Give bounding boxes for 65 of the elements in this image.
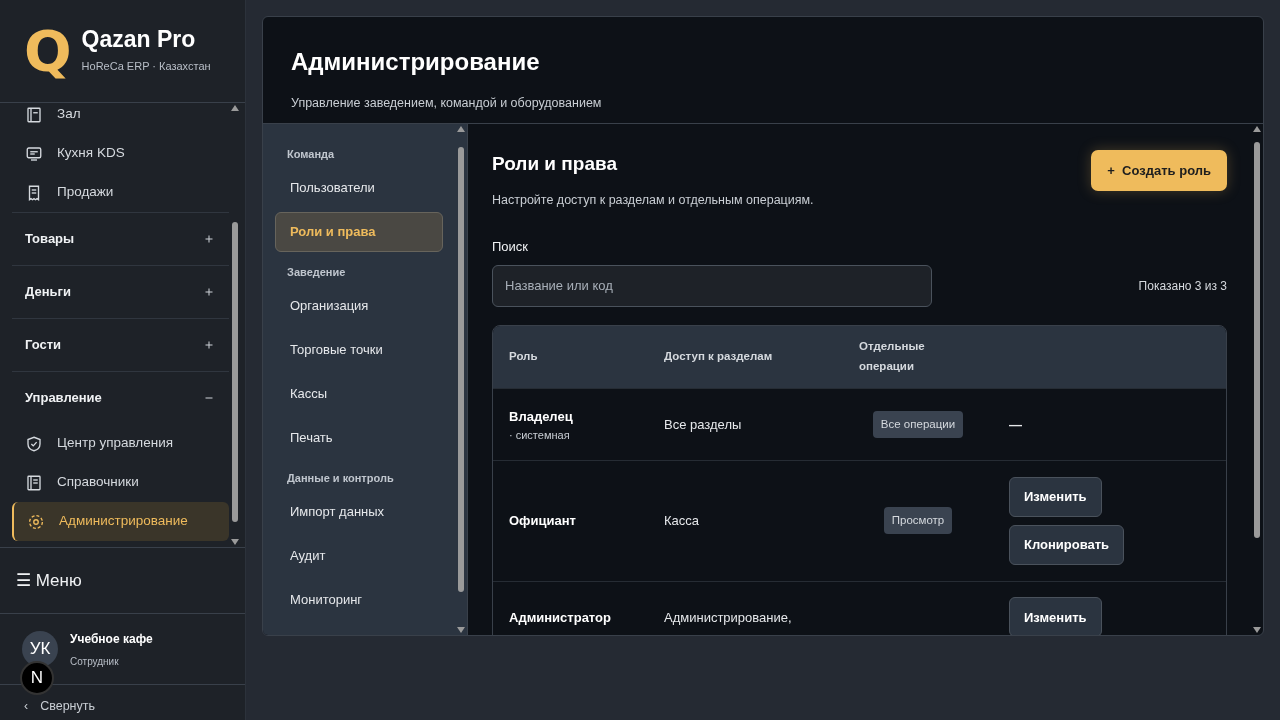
section-heading: Команда — [286, 147, 336, 162]
subnav-item[interactable]: Аудит — [275, 536, 443, 576]
column-header: Роль — [508, 348, 539, 364]
subnav-item[interactable]: Организация — [275, 286, 443, 326]
role-name: Владелец — [509, 408, 573, 424]
row-action-button[interactable]: Изменить — [1009, 597, 1102, 635]
subnav-item[interactable]: Кассы — [275, 374, 443, 414]
monitor-icon — [25, 144, 43, 163]
page-subtitle: Управление заведением, командой и оборудованием — [291, 95, 603, 112]
user-role: Сотрудник — [70, 654, 120, 669]
column-header: Доступ к разделам — [663, 348, 774, 364]
nav-group[interactable]: Деньги — [12, 265, 229, 318]
subnav-item[interactable]: Роли и права — [275, 212, 443, 252]
shield-icon — [25, 434, 43, 453]
nav-group[interactable]: Управление — [12, 371, 229, 424]
row-action-button[interactable]: Клонировать — [1009, 524, 1125, 565]
subnav-item[interactable]: Печать — [275, 418, 443, 458]
table-cell-text: Касса — [663, 512, 701, 530]
role-name: Администратор — [509, 609, 611, 625]
section-title: Роли и права — [492, 152, 618, 176]
role-name: Официант — [509, 513, 576, 529]
dev-indicator[interactable]: N — [20, 661, 54, 695]
create-role-button[interactable]: + Создать роль — [1091, 150, 1227, 191]
subnav-item[interactable]: Мониторинг — [275, 580, 443, 620]
subnav-item[interactable]: Импорт данных — [275, 492, 443, 532]
collapse-link[interactable]: Свернуть — [40, 697, 95, 716]
nav-item[interactable]: Зал — [12, 103, 229, 134]
book-icon — [25, 473, 43, 492]
app-tagline: HoReCa ERP · Казахстан — [81, 59, 211, 75]
row-action-button[interactable]: Изменить — [1009, 476, 1102, 517]
nav-item[interactable]: Кухня KDS — [12, 134, 229, 173]
section-subtitle: Настройте доступ к разделам и отдельным операциям. — [492, 191, 814, 209]
nav-group[interactable]: Гости — [12, 318, 229, 371]
menu-button[interactable]: ☰ Меню — [0, 548, 245, 614]
nav-item[interactable]: Справочники — [12, 463, 229, 502]
settings-icon — [27, 512, 45, 531]
search-label: Поиск — [492, 238, 530, 257]
app-name: Qazan Pro — [81, 27, 197, 53]
page-title: Администрирование — [291, 47, 541, 77]
result-count: Показано 3 из 3 — [1138, 277, 1227, 295]
section-heading: Данные и контроль — [286, 471, 395, 486]
search-field[interactable]: Название или код — [492, 264, 932, 307]
empty-dash: — — [1009, 415, 1022, 434]
section-heading: Заведение — [286, 265, 347, 280]
avatar: УК — [22, 631, 58, 667]
user-name: Учебное кафе — [70, 630, 153, 648]
table-cell-text: Администрирование, — [663, 608, 793, 627]
group-label: Деньги — [25, 283, 71, 302]
layout-icon — [25, 105, 43, 124]
column-header: Отдельные операции — [858, 339, 926, 374]
operations-tag: Просмотр — [883, 507, 953, 535]
group-label: Гости — [25, 336, 62, 355]
nav-item[interactable]: Администрирование — [12, 502, 229, 541]
chevron-icon[interactable]: ‹ — [24, 697, 29, 716]
logo: Q — [24, 23, 72, 79]
role-note: · системная — [509, 427, 570, 443]
group-label: Управление — [25, 389, 102, 408]
table-cell-text: Все разделы — [663, 415, 743, 434]
group-label: Товары — [25, 230, 75, 249]
subnav-item[interactable]: Пользователи — [275, 168, 443, 208]
operations-tag: Все операции — [872, 410, 964, 438]
nav-item[interactable]: Продажи — [12, 173, 229, 212]
nav-item[interactable]: Центр управления — [12, 424, 229, 463]
nav-group[interactable]: Товары — [12, 212, 229, 265]
subnav-item[interactable]: Торговые точки — [275, 330, 443, 370]
